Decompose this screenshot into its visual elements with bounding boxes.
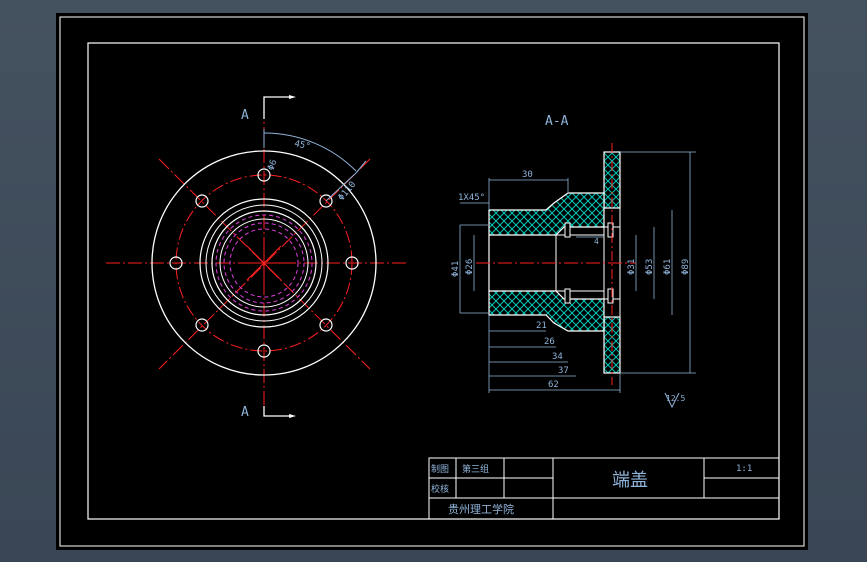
dia-89: Φ89 bbox=[681, 259, 691, 275]
section-view bbox=[476, 143, 636, 385]
section-cut-marks bbox=[263, 96, 289, 417]
section-label-top: A bbox=[241, 108, 249, 123]
drawn-label: 制图 bbox=[431, 463, 449, 475]
dia-61: Φ61 bbox=[663, 259, 673, 275]
dia-31: Φ31 bbox=[627, 259, 637, 275]
school-name: 贵州理工学院 bbox=[448, 502, 514, 516]
dim-26: 26 bbox=[544, 337, 555, 347]
front-view bbox=[106, 105, 406, 413]
bolt-circle-dimension: Φ110 bbox=[337, 180, 359, 203]
drawing-sheet: 45° Φ6 Φ110 A A A-A 30 1X45° 21 26 34 37… bbox=[56, 13, 808, 550]
section-dimension-lines bbox=[459, 151, 696, 393]
hole-dimension: Φ6 bbox=[266, 158, 279, 172]
roughness-value: 12.5 bbox=[666, 394, 685, 403]
chamfer-dimension: 1X45° bbox=[458, 193, 485, 203]
section-label-bottom: A bbox=[241, 405, 249, 420]
check-label: 校核 bbox=[431, 483, 449, 495]
dim-37: 37 bbox=[558, 366, 569, 376]
scale: 1:1 bbox=[736, 464, 752, 474]
dia-53: Φ53 bbox=[645, 259, 655, 275]
section-title: A-A bbox=[545, 114, 569, 129]
dia-26: Φ26 bbox=[465, 259, 475, 275]
cad-drawing: 45° Φ6 Φ110 A A A-A 30 1X45° 21 26 34 37… bbox=[59, 16, 805, 547]
dim-30: 30 bbox=[522, 170, 533, 180]
dia-41: Φ41 bbox=[451, 261, 461, 277]
drawn-value: 第三组 bbox=[462, 463, 489, 475]
dim-4: 4 bbox=[594, 237, 599, 246]
dim-62: 62 bbox=[548, 380, 559, 390]
angle-dimension: 45° bbox=[293, 139, 311, 152]
dim-21: 21 bbox=[536, 321, 547, 331]
part-name: 端盖 bbox=[612, 470, 648, 491]
dim-34: 34 bbox=[552, 352, 563, 362]
inner-frame bbox=[87, 42, 780, 520]
